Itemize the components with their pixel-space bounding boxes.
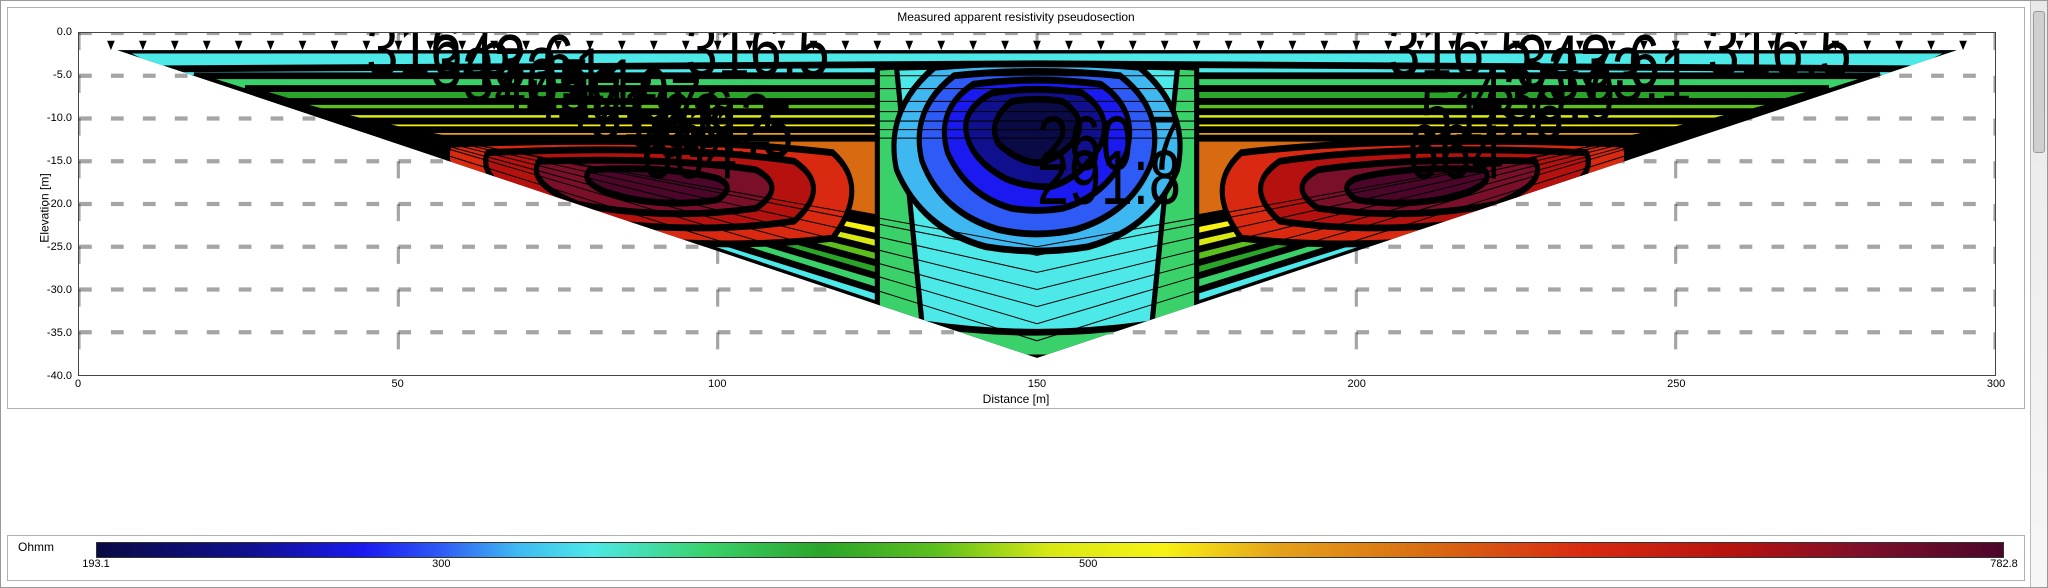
y-tick-label: -30.0 <box>47 284 72 296</box>
electrode-marker <box>937 41 945 50</box>
y-tick-label: -15.0 <box>47 155 72 167</box>
y-tick-label: -5.0 <box>53 69 72 81</box>
y-tick-label: -10.0 <box>47 112 72 124</box>
y-tick-labels: 0.0 -5.0 -10.0 -15.0 -20.0 -25.0 -30.0 -… <box>38 32 76 376</box>
scrollbar-thumb[interactable] <box>2033 11 2045 153</box>
y-tick-label: -40.0 <box>47 370 72 382</box>
x-tick-label: 200 <box>1347 378 1365 390</box>
x-tick-label: 300 <box>1987 378 2005 390</box>
y-tick-label: -20.0 <box>47 198 72 210</box>
contour-label: 316.5 <box>1708 33 1852 93</box>
electrode-marker <box>1863 41 1871 50</box>
y-tick-label: -35.0 <box>47 327 72 339</box>
electrode-marker <box>1321 41 1329 50</box>
y-tick-label: 0.0 <box>57 26 72 38</box>
colorbar-panel: Ohmm <box>7 535 2025 581</box>
colorbar-unit: Ohmm <box>18 540 54 554</box>
electrode-marker <box>969 41 977 50</box>
electrode-marker <box>235 41 243 50</box>
electrode-marker <box>874 41 882 50</box>
x-tick-label: 250 <box>1667 378 1685 390</box>
electrode-marker <box>139 41 147 50</box>
electrode-marker <box>1257 41 1265 50</box>
plot-title: Measured apparent resistivity pseudosect… <box>8 10 2024 24</box>
plot-panel: Measured apparent resistivity pseudosect… <box>7 7 2025 409</box>
x-tick-label: 50 <box>392 378 404 390</box>
contour-label: 664 <box>1407 110 1503 195</box>
electrode-marker <box>842 41 850 50</box>
electrode-marker <box>1289 41 1297 50</box>
x-tick-label: 100 <box>708 378 726 390</box>
electrode-marker <box>299 41 307 50</box>
electrode-marker <box>107 41 115 50</box>
vertical-scrollbar[interactable] <box>2030 1 2047 587</box>
x-tick-labels: 0 50 100 150 200 250 300 <box>78 378 1996 394</box>
colorbar-tick-label: 300 <box>432 558 450 570</box>
electrode-marker <box>1193 41 1201 50</box>
colorbar-tick-label: 782.8 <box>1990 558 2018 570</box>
electrode-marker <box>1033 41 1041 50</box>
electrode-marker <box>331 41 339 50</box>
electrode-marker <box>1927 41 1935 50</box>
contour-label: 664 <box>641 110 737 195</box>
electrode-marker <box>1097 41 1105 50</box>
pseudosection-window: Measured apparent resistivity pseudosect… <box>0 0 2048 588</box>
contour-label: 291.8 <box>1037 136 1181 221</box>
electrode-marker <box>1895 41 1903 50</box>
electrode-marker <box>1959 41 1967 50</box>
colorbar-ticks: 193.1 300 500 782.8 <box>96 558 2004 572</box>
electrode-marker <box>1129 41 1137 50</box>
electrode-marker <box>905 41 913 50</box>
electrode-marker <box>1065 41 1073 50</box>
electrode-marker <box>1353 41 1361 50</box>
x-axis-label: Distance [m] <box>8 392 2024 406</box>
colorbar-tick-label: 500 <box>1079 558 1097 570</box>
electrode-marker <box>1225 41 1233 50</box>
electrode-marker <box>267 41 275 50</box>
colorbar-tick-label: 193.1 <box>82 558 110 570</box>
plot-area[interactable]: 316.5 316.5 316.5 316.5 343.6 343.6 373.… <box>78 32 1996 376</box>
electrode-marker <box>203 41 211 50</box>
electrode-marker <box>1161 41 1169 50</box>
electrode-marker <box>1001 41 1009 50</box>
electrode-marker <box>650 41 658 50</box>
y-tick-label: -25.0 <box>47 241 72 253</box>
x-tick-label: 0 <box>75 378 81 390</box>
x-tick-label: 150 <box>1028 378 1046 390</box>
colorbar <box>96 542 2004 558</box>
electrode-marker <box>171 41 179 50</box>
